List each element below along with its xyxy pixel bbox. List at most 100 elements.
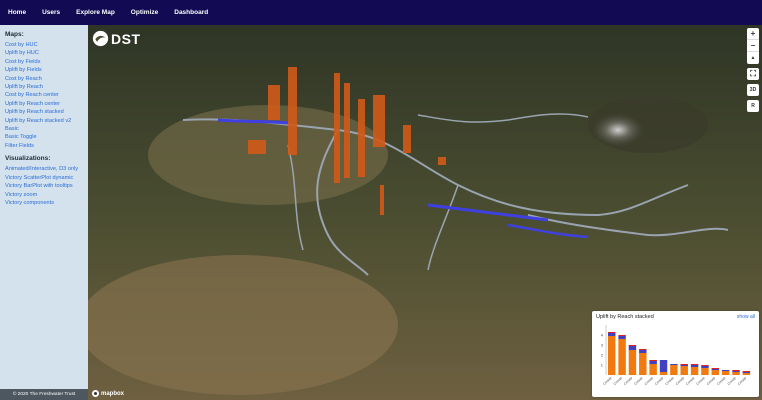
uplift-bar-3d[interactable] — [358, 99, 365, 177]
sidebar-link-basic[interactable]: Basic — [5, 125, 88, 133]
bar-segment[interactable] — [701, 368, 709, 375]
bar-segment[interactable] — [711, 370, 720, 375]
reset-control: R — [747, 100, 759, 112]
bar-segment[interactable] — [680, 365, 688, 366]
bar-segment[interactable] — [649, 364, 657, 375]
bar-segment[interactable] — [628, 350, 637, 375]
dst-logo: DST — [92, 30, 141, 47]
nav-optimize[interactable]: Optimize — [131, 9, 158, 16]
uplift-bar-3d[interactable] — [288, 67, 297, 155]
sidebar-link-basic-toggle[interactable]: Basic Toggle — [5, 133, 88, 141]
x-tick-label: Cresap — [716, 376, 726, 386]
sidebar-link-cost-by-reach-center[interactable]: Cost by Reach center — [5, 91, 88, 99]
sidebar-link-cost-by-fields[interactable]: Cost by Fields — [5, 58, 88, 66]
bar-segment[interactable] — [618, 339, 626, 375]
x-tick-label: Cresap — [664, 376, 674, 386]
uplift-bar-3d[interactable] — [344, 83, 350, 178]
bar-segment[interactable] — [742, 372, 751, 373]
bar-segment[interactable] — [711, 368, 720, 369]
sidebar-link-uplift-by-reach-stacked-v2[interactable]: Uplift by Reach stacked v2 — [5, 117, 88, 125]
bar-segment[interactable] — [649, 360, 657, 361]
uplift-bar-3d[interactable] — [438, 157, 446, 165]
sidebar-link-uplift-by-reach-center[interactable]: Uplift by Reach center — [5, 100, 88, 108]
bar-segment[interactable] — [732, 370, 740, 371]
show-all-link[interactable]: show all — [737, 314, 755, 320]
sidebar-link-cost-by-reach[interactable]: Cost by Reach — [5, 75, 88, 83]
sidebar-link-uplift-by-reach-stacked[interactable]: Uplift by Reach stacked — [5, 108, 88, 116]
bar-segment[interactable] — [742, 371, 751, 372]
bar-segment[interactable] — [670, 364, 678, 365]
reset-button[interactable]: R — [747, 100, 759, 112]
uplift-bar-3d[interactable] — [373, 95, 385, 147]
bar-segment[interactable] — [732, 372, 740, 375]
bar-segment[interactable] — [721, 371, 730, 375]
bar-segment[interactable] — [618, 336, 626, 339]
fullscreen-button[interactable]: ⛶ — [747, 68, 759, 80]
sidebar-link-animated-d3[interactable]: Animated/Interactive, D3 only — [5, 165, 88, 173]
toggle-3d-button[interactable]: 3D — [747, 84, 759, 96]
sidebar-link-victory-scatterplot[interactable]: Victory ScatterPlot dynamic — [5, 174, 88, 182]
zoom-controls: + − ▲ — [747, 28, 759, 64]
mapbox-text: mapbox — [101, 390, 125, 397]
uplift-bar-3d[interactable] — [334, 73, 340, 183]
map-canvas[interactable]: DST + − ▲ ⛶ 3D R mapbox Uplift by Reach … — [88, 25, 762, 400]
bar-segment[interactable] — [690, 365, 699, 367]
lower-terrain — [88, 255, 398, 395]
nav-explore-map[interactable]: Explore Map — [76, 9, 115, 16]
bar-segment[interactable] — [680, 366, 688, 375]
bar-segment[interactable] — [639, 353, 647, 375]
bar-segment[interactable] — [680, 364, 688, 365]
bar-segment[interactable] — [608, 336, 616, 375]
bar-segment[interactable] — [659, 360, 668, 372]
fullscreen-control: ⛶ — [747, 68, 759, 80]
sidebar-link-uplift-by-huc[interactable]: Uplift by HUC — [5, 49, 88, 57]
bar-segment[interactable] — [608, 332, 616, 333]
3d-control: 3D — [747, 84, 759, 96]
bar-segment[interactable] — [690, 367, 699, 375]
sidebar-link-victory-components[interactable]: Victory components — [5, 199, 88, 207]
sidebar-link-victory-barplot[interactable]: Victory BarPlot with tooltips — [5, 182, 88, 190]
uplift-bar-3d[interactable] — [380, 185, 384, 215]
sidebar-link-cost-by-huc[interactable]: Cost by HUC — [5, 41, 88, 49]
bar-segment[interactable] — [732, 371, 740, 372]
uplift-bar-3d[interactable] — [403, 125, 411, 153]
bar-segment[interactable] — [742, 373, 751, 375]
bar-segment[interactable] — [628, 345, 637, 346]
compass-button[interactable]: ▲ — [747, 52, 759, 64]
bar-segment[interactable] — [701, 366, 709, 368]
y-tick-label: 4 — [601, 333, 604, 338]
y-tick-label: 1 — [601, 363, 604, 368]
bar-segment[interactable] — [711, 369, 720, 370]
chart-panel: Uplift by Reach stacked show all 1 2 3 4 Cre… — [592, 311, 759, 397]
bar-segment[interactable] — [608, 333, 616, 336]
bar-segment[interactable] — [639, 350, 647, 353]
uplift-bar-3d[interactable] — [248, 140, 266, 154]
x-tick-label: Cresap — [706, 376, 716, 386]
x-tick-label: Cresap — [623, 376, 633, 386]
bar-segment[interactable] — [690, 364, 699, 365]
zoom-in-button[interactable]: + — [747, 28, 759, 40]
nav-users[interactable]: Users — [42, 9, 60, 16]
zoom-out-button[interactable]: − — [747, 40, 759, 52]
bar-segment[interactable] — [639, 349, 647, 350]
x-tick-label: Cresap — [633, 376, 643, 386]
visualizations-heading: Visualizations: — [5, 155, 51, 163]
bar-segment[interactable] — [721, 370, 730, 371]
x-tick-label: Cresap — [675, 376, 685, 386]
bar-segment[interactable] — [628, 346, 637, 350]
sidebar-link-uplift-by-fields[interactable]: Uplift by Fields — [5, 66, 88, 74]
mapbox-attribution[interactable]: mapbox — [92, 390, 124, 397]
bar-segment[interactable] — [701, 365, 709, 366]
sidebar-link-uplift-by-reach[interactable]: Uplift by Reach — [5, 83, 88, 91]
bar-segment[interactable] — [670, 365, 678, 375]
nav-dashboard[interactable]: Dashboard — [174, 9, 208, 16]
sidebar-link-filter-fields[interactable]: Filter Fields — [5, 142, 88, 150]
bar-segment[interactable] — [659, 372, 668, 375]
x-tick-label: Cresap — [696, 376, 706, 386]
nav-home[interactable]: Home — [8, 9, 26, 16]
sidebar-link-victory-zoom[interactable]: Victory zoom — [5, 191, 88, 199]
uplift-bar-3d[interactable] — [268, 85, 280, 120]
bar-segment[interactable] — [649, 361, 657, 364]
bar-segment[interactable] — [618, 335, 626, 336]
